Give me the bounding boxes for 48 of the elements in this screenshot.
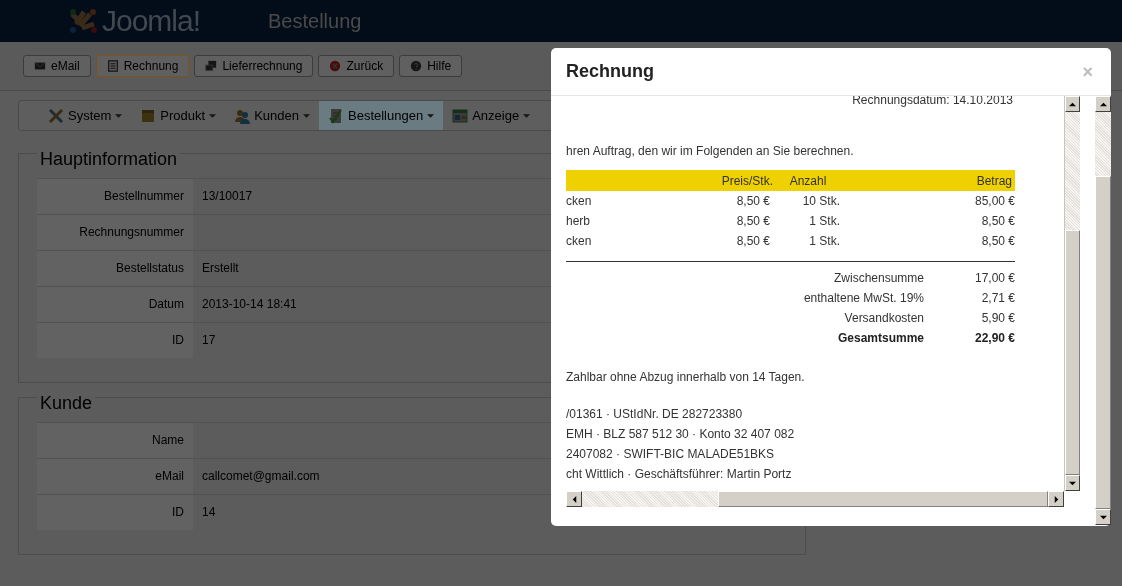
table-cell-text: 1 Stk. [808, 234, 841, 248]
table-cell-text: cken [566, 194, 593, 208]
field-label: ID [37, 323, 193, 358]
total-label: Zwischensumme [832, 271, 924, 285]
field-label: ID [37, 495, 193, 530]
field-label: Bestellstatus [37, 251, 193, 286]
field-label: Rechnungsnummer [37, 215, 193, 250]
section-title: Hauptinformation [37, 149, 181, 170]
table-cell-text: 8,50 € [735, 234, 771, 248]
field-label: eMail [37, 459, 193, 494]
total-value: 2,71 € [980, 291, 1015, 305]
column-header: Betrag [975, 173, 1013, 188]
total-value: 17,00 € [973, 271, 1015, 285]
table-cell-text: 8,50 € [735, 214, 771, 228]
company-info: 2407082 · SWIFT-BIC MALADE51BKS [566, 446, 776, 463]
table-cell-text: herb [566, 214, 592, 228]
page-title: Bestellung [268, 9, 362, 33]
company-info: EMH · BLZ 587 512 30 · Konto 32 407 082 [566, 426, 796, 443]
table-cell-text: 85,00 € [973, 194, 1015, 208]
dialog-title: Rechnung [566, 61, 654, 82]
field-label: Datum [37, 287, 193, 322]
table-cell-text: 10 Stk. [801, 194, 841, 208]
payment-note: Zahlbar ohne Abzug innerhalb von 14 Tagen. [566, 370, 806, 384]
field-value: 14 [202, 504, 216, 521]
table-cell-text: 8,50 € [980, 234, 1015, 248]
field-value: Erstellt [202, 260, 239, 277]
field-value: callcomet@gmail.com [202, 468, 320, 485]
table-cell-text: 8,50 € [980, 214, 1015, 228]
intro-text: hren Auftrag, den wir im Folgenden an Sie berechnen. [566, 144, 855, 158]
field-value: 17 [202, 332, 216, 349]
total-label: Gesamtsumme [836, 331, 924, 345]
field-value: 2013-10-14 18:41 [202, 296, 297, 313]
field-value: 13/10017 [202, 188, 253, 205]
total-label: Versandkosten [843, 311, 924, 325]
table-cell-text: 1 Stk. [808, 214, 841, 228]
column-header: Anzahl [788, 173, 828, 188]
table-cell-text: cken [566, 234, 593, 248]
field-label: Bestellnummer [37, 179, 193, 214]
column-header: Preis/Stk. [720, 173, 773, 188]
logo-text: Joomla! [102, 4, 201, 38]
field-label: Name [37, 423, 193, 458]
total-label: enthaltene MwSt. 19% [802, 291, 924, 305]
invoice-date: Rechnungsdatum: 14.10.2013 [851, 96, 1013, 107]
table-cell-text: 8,50 € [735, 194, 771, 208]
company-info: cht Wittlich · Geschäftsführer: Martin Portz [566, 466, 793, 483]
company-info: /01361 · UStIdNr. DE 282723380 [566, 406, 744, 423]
total-value: 5,90 € [980, 311, 1015, 325]
total-value: 22,90 € [973, 331, 1015, 345]
